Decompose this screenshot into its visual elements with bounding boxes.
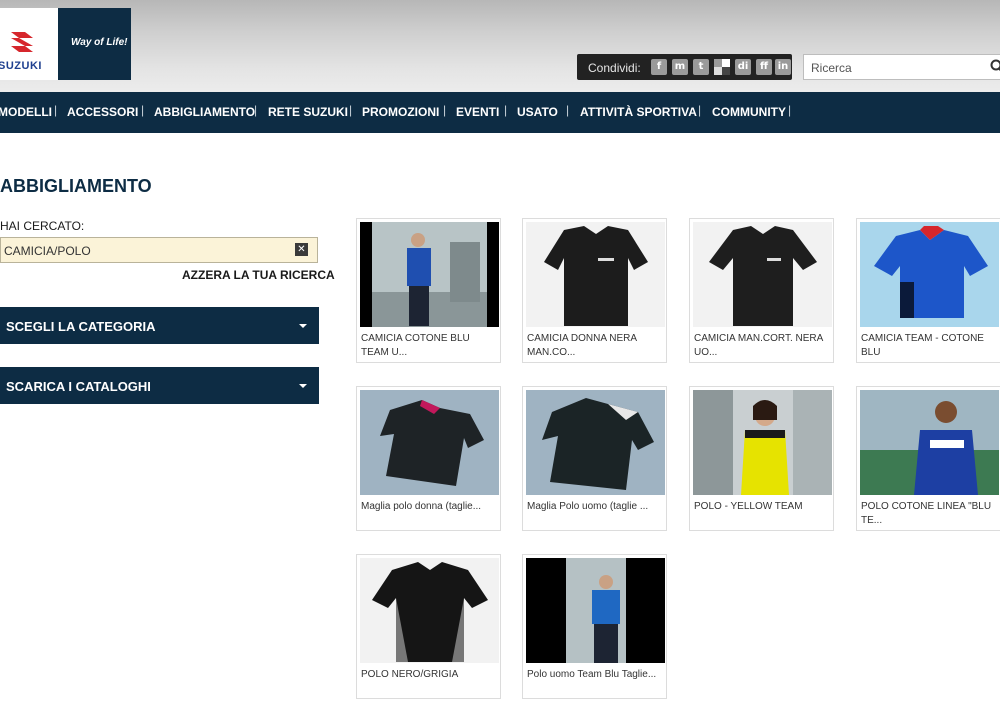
product-card[interactable]: POLO - YELLOW TEAM: [689, 386, 834, 531]
product-card[interactable]: POLO NERO/GRIGIA: [356, 554, 501, 699]
searched-label: HAI CERCATO:: [0, 219, 85, 233]
nav-item-accessori[interactable]: ACCESSORI: [67, 105, 138, 119]
product-caption[interactable]: POLO COTONE LINEA "BLU TE...: [861, 500, 997, 528]
product-caption[interactable]: POLO NERO/GRIGIA: [361, 668, 497, 682]
category-accordion-label: SCEGLI LA CATEGORIA: [6, 319, 156, 334]
product-image[interactable]: [860, 390, 999, 495]
page-title: ABBIGLIAMENTO: [0, 176, 152, 196]
suzuki-s-icon: [11, 32, 33, 52]
close-icon[interactable]: ✕: [295, 243, 308, 256]
linkedin-icon[interactable]: in: [775, 59, 791, 75]
product-image[interactable]: [693, 222, 832, 327]
product-card[interactable]: Polo uomo Team Blu Taglie...: [522, 554, 667, 699]
nav-item-eventi[interactable]: EVENTI: [456, 105, 499, 119]
search-icon[interactable]: [990, 59, 1000, 75]
friendfeed-icon[interactable]: ff: [756, 59, 772, 75]
search-filter-field: CAMICIA/POLO ✕: [0, 237, 318, 263]
facebook-icon[interactable]: f: [651, 59, 667, 75]
product-image[interactable]: [526, 222, 665, 327]
nav-separator: |: [788, 103, 792, 117]
product-caption[interactable]: CAMICIA COTONE BLU TEAM U...: [361, 332, 497, 360]
product-caption[interactable]: Polo uomo Team Blu Taglie...: [527, 668, 663, 682]
product-card[interactable]: Maglia Polo uomo (taglie ...: [522, 386, 667, 531]
nav-separator: |: [254, 103, 258, 117]
slogan-banner: Way of Life!: [58, 8, 131, 80]
product-caption[interactable]: POLO - YELLOW TEAM: [694, 500, 830, 514]
product-image[interactable]: [693, 390, 832, 495]
nav-item-attivita-sportiva[interactable]: ATTIVITÀ SPORTIVA: [580, 105, 697, 119]
product-image[interactable]: [360, 222, 499, 327]
nav-item-community[interactable]: COMMUNITY: [712, 105, 786, 119]
search-filter-value: CAMICIA/POLO: [4, 244, 91, 258]
nav-item-rete-suzuki[interactable]: RETE SUZUKI: [268, 105, 348, 119]
product-caption[interactable]: CAMICIA MAN.CORT. NERA UO...: [694, 332, 830, 360]
product-card[interactable]: CAMICIA DONNA NERA MAN.CO...: [522, 218, 667, 363]
myspace-icon[interactable]: m: [672, 59, 688, 75]
product-caption[interactable]: CAMICIA DONNA NERA MAN.CO...: [527, 332, 663, 360]
nav-separator: |: [141, 103, 145, 117]
twitter-icon[interactable]: t: [693, 59, 709, 75]
product-image[interactable]: [526, 390, 665, 495]
nav-item-abbigliamento[interactable]: ABBIGLIAMENTO: [154, 105, 255, 119]
product-caption[interactable]: CAMICIA TEAM - COTONE BLU: [861, 332, 997, 360]
main-nav: MODELLI | ACCESSORI | ABBIGLIAMENTO | RE…: [0, 92, 1000, 133]
chevron-down-icon: [299, 324, 307, 328]
product-card[interactable]: CAMICIA MAN.CORT. NERA UO...: [689, 218, 834, 363]
search-box: [803, 54, 1000, 80]
share-label: Condividi:: [588, 61, 641, 75]
site-header: SUZUKI Way of Life! Condividi: f m t di …: [0, 0, 1000, 92]
product-image[interactable]: [860, 222, 999, 327]
slogan-text: Way of Life!: [71, 37, 128, 48]
nav-item-modelli[interactable]: MODELLI: [0, 105, 52, 119]
product-card[interactable]: POLO COTONE LINEA "BLU TE...: [856, 386, 1000, 531]
nav-separator: |: [504, 103, 508, 117]
product-card[interactable]: CAMICIA TEAM - COTONE BLU: [856, 218, 1000, 363]
logo-wordmark: SUZUKI: [0, 60, 42, 72]
nav-separator: |: [698, 103, 702, 117]
product-image[interactable]: [360, 390, 499, 495]
delicious-icon[interactable]: [714, 59, 730, 75]
catalogs-accordion-label: SCARICA I CATALOGHI: [6, 379, 151, 394]
delicious-squares-icon: [714, 59, 730, 75]
nav-item-usato[interactable]: USATO: [517, 105, 558, 119]
product-card[interactable]: CAMICIA COTONE BLU TEAM U...: [356, 218, 501, 363]
share-bar: Condividi: f m t di ff in: [577, 54, 792, 80]
search-input[interactable]: [809, 58, 983, 78]
reset-search-link[interactable]: AZZERA LA TUA RICERCA: [182, 268, 335, 282]
product-image[interactable]: [526, 558, 665, 663]
category-accordion[interactable]: SCEGLI LA CATEGORIA: [0, 307, 319, 344]
chevron-down-icon: [299, 384, 307, 388]
digg-icon[interactable]: di: [735, 59, 751, 75]
product-image[interactable]: [360, 558, 499, 663]
nav-separator: |: [54, 103, 58, 117]
product-caption[interactable]: Maglia Polo uomo (taglie ...: [527, 500, 663, 514]
nav-item-promozioni[interactable]: PROMOZIONI: [362, 105, 439, 119]
product-card[interactable]: Maglia polo donna (taglie...: [356, 386, 501, 531]
suzuki-logo[interactable]: SUZUKI: [0, 8, 58, 80]
product-caption[interactable]: Maglia polo donna (taglie...: [361, 500, 497, 514]
nav-separator: |: [443, 103, 447, 117]
catalogs-accordion[interactable]: SCARICA I CATALOGHI: [0, 367, 319, 404]
nav-separator: |: [566, 103, 570, 117]
nav-separator: |: [349, 103, 353, 117]
